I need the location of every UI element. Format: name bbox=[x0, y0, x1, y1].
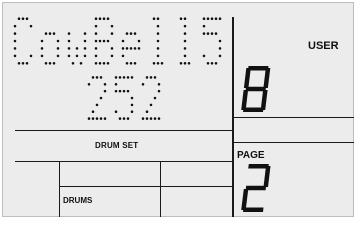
drumset-row-divider bbox=[59, 186, 233, 187]
user-number-segment-display bbox=[241, 66, 271, 112]
dot-matrix-char bbox=[114, 76, 134, 120]
drums-label: DRUMS bbox=[63, 196, 93, 205]
dot-matrix-char bbox=[179, 17, 191, 65]
dot-matrix-char bbox=[141, 76, 161, 120]
lcd-display: USER DRUM SET DRUMS PAGE bbox=[2, 2, 354, 217]
segment-c bbox=[260, 90, 268, 110]
left-lower-divider bbox=[15, 161, 233, 162]
right-divider-2 bbox=[234, 142, 354, 143]
segment-b bbox=[263, 166, 271, 187]
left-mid-divider bbox=[15, 130, 233, 131]
segment-f bbox=[243, 68, 251, 88]
dot-matrix-char bbox=[152, 17, 164, 65]
dot-matrix-char bbox=[202, 17, 222, 65]
dot-matrix-char bbox=[13, 17, 33, 65]
segment-g bbox=[245, 185, 267, 191]
voice-number-dot-matrix bbox=[87, 76, 161, 120]
segment-b bbox=[263, 68, 271, 88]
dot-matrix-char bbox=[121, 32, 141, 65]
drumset-cell-divider-2 bbox=[160, 162, 161, 217]
segment-e bbox=[241, 189, 249, 210]
dot-matrix-char bbox=[87, 76, 107, 120]
dot-matrix-char bbox=[40, 32, 60, 65]
segment-e bbox=[241, 90, 249, 110]
drumset-cell-divider-1 bbox=[59, 162, 60, 217]
dot-matrix-char bbox=[67, 32, 87, 65]
segment-a bbox=[248, 66, 269, 71]
segment-d bbox=[243, 207, 264, 212]
segment-d bbox=[243, 107, 264, 112]
segment-g bbox=[245, 86, 266, 92]
right-divider-1 bbox=[234, 117, 354, 118]
voice-name-dot-matrix bbox=[13, 17, 222, 65]
segment-a bbox=[248, 164, 269, 169]
dot-matrix-char bbox=[94, 17, 114, 65]
drumset-label: DRUM SET bbox=[95, 141, 139, 150]
page-label: PAGE bbox=[237, 150, 265, 161]
page-number-segment-display bbox=[241, 164, 271, 212]
user-label: USER bbox=[308, 40, 339, 52]
